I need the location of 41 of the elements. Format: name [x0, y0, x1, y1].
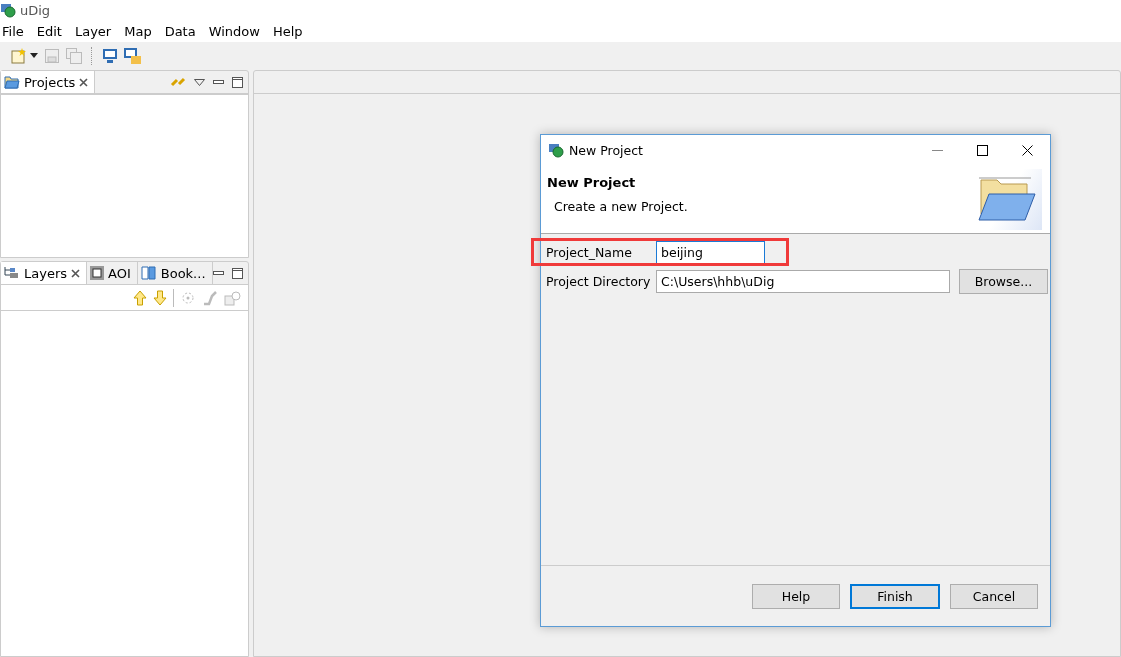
minimize-icon[interactable]	[932, 149, 943, 151]
close-icon[interactable]	[71, 268, 81, 278]
dialog-button[interactable]: Cancel	[950, 583, 1038, 609]
layers-icon	[4, 266, 20, 280]
monitor-icon[interactable]	[102, 47, 118, 64]
menu-item[interactable]: Window	[206, 23, 265, 39]
close-icon[interactable]	[1022, 144, 1033, 156]
menu-item[interactable]: File	[0, 23, 29, 39]
view-tab[interactable]: AOI	[87, 262, 138, 284]
caret-icon[interactable]	[30, 52, 38, 59]
menu-item[interactable]: Data	[162, 23, 201, 39]
square-icon	[90, 266, 105, 280]
dialog-description: Create a new Project.	[553, 199, 688, 214]
maximize-icon[interactable]	[232, 76, 243, 88]
menu-item[interactable]: Help	[270, 23, 308, 39]
book-icon	[140, 266, 157, 280]
field-label: Project Directory	[546, 274, 652, 289]
view-menu-icon[interactable]	[194, 78, 205, 86]
app-globe-icon	[548, 142, 564, 158]
dialog-title: New Project	[569, 142, 643, 158]
menu-item[interactable]: Edit	[34, 23, 67, 39]
text-field[interactable]: beijing	[656, 241, 765, 264]
dialog-button[interactable]: Help	[752, 583, 840, 609]
close-icon[interactable]	[79, 77, 89, 87]
app-globe-icon	[0, 2, 16, 18]
dialog-button[interactable]: Finish	[850, 583, 940, 609]
text-field[interactable]: C:\Users\hhb\uDig	[656, 270, 950, 293]
folder-icon	[4, 75, 20, 89]
dialog-heading: New Project	[547, 175, 636, 190]
menu-item[interactable]: Layer	[72, 23, 117, 39]
minimize-icon[interactable]	[213, 270, 224, 276]
minimize-icon[interactable]	[213, 79, 224, 85]
window-title: uDig	[20, 2, 51, 18]
browse-button[interactable]: Browse...	[959, 269, 1048, 294]
maximize-icon[interactable]	[232, 267, 243, 279]
menu-item[interactable]: Map	[122, 23, 157, 39]
field-label: Project_Name	[546, 245, 633, 260]
monitor-folder-icon[interactable]	[124, 47, 142, 64]
view-tab[interactable]: Projects	[1, 71, 96, 93]
maximize-icon[interactable]	[977, 144, 988, 156]
view-tab[interactable]: Layers	[1, 262, 88, 284]
